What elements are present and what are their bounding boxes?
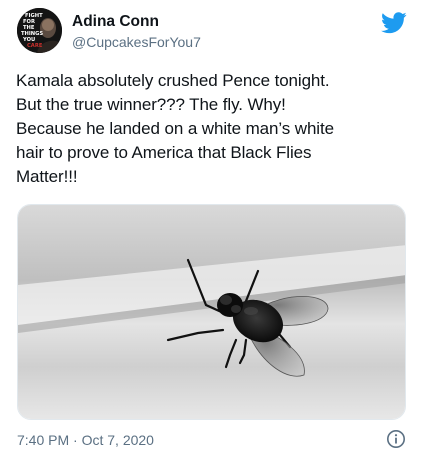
avatar-image: FIGHT FOR THE THINGS YOU CARE (17, 8, 62, 53)
svg-text:CARE: CARE (27, 43, 43, 49)
info-icon[interactable] (386, 429, 406, 449)
tweet-media-fly-photo[interactable] (17, 204, 406, 420)
tweet-card: FIGHT FOR THE THINGS YOU CARE Adina Conn… (0, 0, 423, 463)
tweet-text-line: Because he landed on a white man’s white (16, 119, 334, 138)
username-handle[interactable]: @CupcakesForYou7 (72, 33, 201, 51)
tweet-text-line: Kamala absolutely crushed Pence tonight. (16, 71, 330, 90)
meta-separator: · (69, 432, 82, 448)
tweet-text: Kamala absolutely crushed Pence tonight.… (16, 69, 412, 189)
avatar[interactable]: FIGHT FOR THE THINGS YOU CARE (17, 8, 62, 53)
tweet-timestamp[interactable]: 7:40 PM · Oct 7, 2020 (17, 431, 154, 449)
tweet-date[interactable]: Oct 7, 2020 (82, 432, 154, 448)
tweet-time[interactable]: 7:40 PM (17, 432, 69, 448)
tweet-text-line: Matter!!! (16, 167, 78, 186)
tweet-text-line: hair to prove to America that Black Flie… (16, 143, 312, 162)
fly-photo (18, 205, 405, 419)
tweet-text-line: But the true winner??? The fly. Why! (16, 95, 286, 114)
user-info[interactable]: Adina Conn @CupcakesForYou7 (72, 12, 201, 51)
display-name[interactable]: Adina Conn (72, 12, 201, 32)
twitter-bird-icon[interactable] (381, 12, 407, 34)
